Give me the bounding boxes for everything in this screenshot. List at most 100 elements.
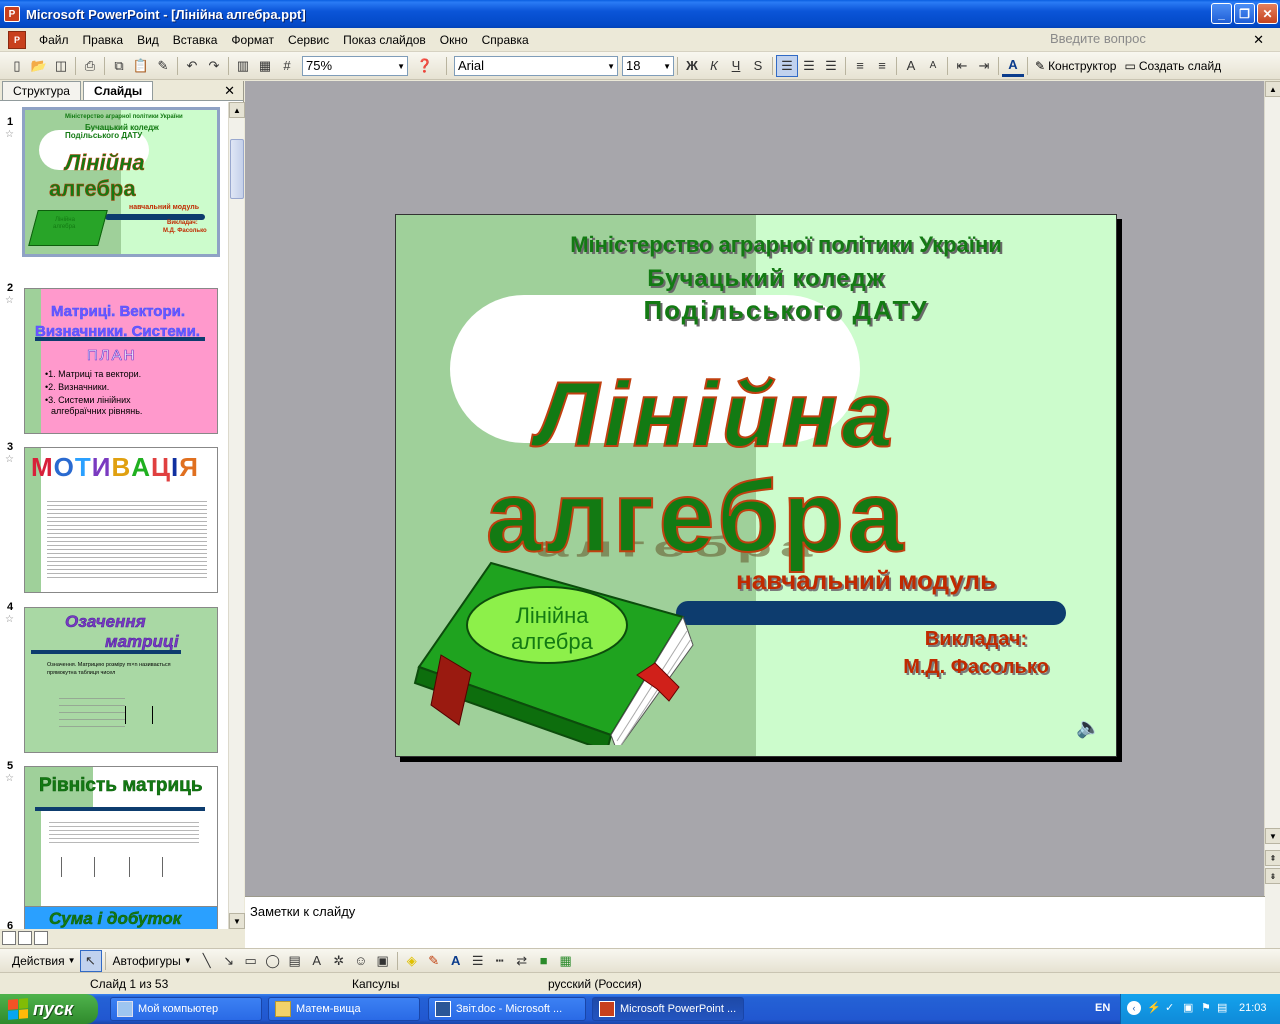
thumbnail-slide-1[interactable]: Міністерство аграрної політики України Б…: [22, 107, 220, 257]
college-title[interactable]: Бучацький коледж: [486, 265, 1046, 293]
wordart-icon[interactable]: A: [306, 950, 328, 972]
print-icon[interactable]: ⎙: [79, 55, 101, 77]
menu-view[interactable]: Вид: [130, 33, 166, 47]
language-indicator[interactable]: EN: [1095, 1002, 1110, 1014]
clipart-icon[interactable]: ☺: [350, 950, 372, 972]
autoshapes-menu[interactable]: Автофигуры ▼: [109, 954, 196, 968]
previous-slide-icon[interactable]: ⇞: [1265, 850, 1280, 866]
normal-view-icon[interactable]: [2, 931, 16, 945]
decrease-font-icon[interactable]: A: [922, 55, 944, 77]
copy-icon[interactable]: ⧉: [108, 55, 130, 77]
grid-icon[interactable]: #: [276, 55, 298, 77]
tab-slides[interactable]: Слайды: [82, 81, 154, 100]
slide-sorter-icon[interactable]: [18, 931, 32, 945]
redo-icon[interactable]: ↷: [203, 55, 225, 77]
tab-outline[interactable]: Структура: [2, 81, 81, 100]
close-icon[interactable]: ✕: [224, 83, 235, 99]
scroll-down-icon[interactable]: ▼: [1265, 828, 1280, 844]
module-subtitle[interactable]: навчальний модуль: [736, 565, 996, 596]
us-flag-icon[interactable]: ▤: [1217, 1001, 1227, 1014]
menu-tools[interactable]: Сервис: [281, 33, 336, 47]
paste-icon[interactable]: 📋: [130, 55, 152, 77]
maximize-button[interactable]: ❐: [1234, 3, 1255, 24]
textbox-icon[interactable]: ▤: [284, 950, 306, 972]
underline-icon[interactable]: Ч: [725, 55, 747, 77]
task-word[interactable]: Звіт.doc - Microsoft ...: [428, 997, 586, 1021]
task-powerpoint[interactable]: Microsoft PowerPoint ...: [592, 997, 744, 1021]
speaker-icon[interactable]: 🔈: [1076, 715, 1101, 740]
oval-icon[interactable]: ◯: [262, 950, 284, 972]
help-icon[interactable]: ❓: [414, 55, 436, 77]
diagram-icon[interactable]: ✲: [328, 950, 350, 972]
arrow-icon[interactable]: ↘: [218, 950, 240, 972]
select-pointer-icon[interactable]: ↖: [79, 949, 102, 972]
scrollbar-thumb[interactable]: [230, 139, 244, 199]
menu-edit[interactable]: Правка: [76, 33, 131, 47]
bold-icon[interactable]: Ж: [681, 55, 703, 77]
font-color-icon[interactable]: A: [1002, 55, 1024, 77]
bullet-list-icon[interactable]: ≡: [871, 55, 893, 77]
fill-color-icon[interactable]: ◈: [401, 950, 423, 972]
rectangle-icon[interactable]: ▭: [240, 950, 262, 972]
thumbnail-slide-3[interactable]: М О Т И В А Ц І Я: [24, 447, 218, 593]
align-right-icon[interactable]: ☰: [820, 55, 842, 77]
close-document-icon[interactable]: ✕: [1253, 32, 1264, 48]
thumbnail-scrollbar[interactable]: ▲ ▼: [228, 102, 245, 929]
menu-slideshow[interactable]: Показ слайдов: [336, 33, 433, 47]
slide-scrollbar[interactable]: ▲ ▼ ⇞ ⇟: [1264, 81, 1280, 948]
clock[interactable]: 21:03: [1239, 1002, 1267, 1014]
next-slide-icon[interactable]: ⇟: [1265, 868, 1280, 884]
flag-icon[interactable]: ⚑: [1201, 1001, 1211, 1014]
line-icon[interactable]: ╲: [196, 950, 218, 972]
new-icon[interactable]: ▯: [6, 55, 28, 77]
ask-question-input[interactable]: Введите вопрос: [1050, 31, 1240, 49]
current-slide[interactable]: Міністерство аграрної політики України Б…: [395, 214, 1117, 757]
powerpoint-icon[interactable]: P: [4, 6, 20, 22]
menu-insert[interactable]: Вставка: [166, 33, 225, 47]
task-folder[interactable]: Матем-вища: [268, 997, 420, 1021]
numbered-list-icon[interactable]: ≡: [849, 55, 871, 77]
notes-pane[interactable]: Заметки к слайду: [245, 896, 1265, 948]
italic-icon[interactable]: К: [703, 55, 725, 77]
close-button[interactable]: ✕: [1257, 3, 1278, 24]
thumbnail-list[interactable]: 1 ☆ Міністерство аграрної політики Украї…: [0, 102, 228, 929]
slide-show-icon[interactable]: [34, 931, 48, 945]
teacher-block[interactable]: Викладач: М.Д. Фасолько: [876, 625, 1076, 681]
font-size-select[interactable]: 18 ▼: [622, 55, 674, 76]
dash-style-icon[interactable]: ┅: [489, 950, 511, 972]
table-icon[interactable]: ▦: [254, 55, 276, 77]
permission-icon[interactable]: ◫: [50, 55, 72, 77]
open-icon[interactable]: 📂: [28, 55, 50, 77]
thumbnail-slide-5[interactable]: Рівність матриць: [24, 766, 218, 912]
start-button[interactable]: пуск: [0, 994, 98, 1024]
shadow-style-icon[interactable]: ■: [533, 950, 555, 972]
network-icon[interactable]: ⚡: [1147, 1001, 1161, 1014]
menu-help[interactable]: Справка: [475, 33, 536, 47]
design-button[interactable]: ✎ Конструктор: [1031, 59, 1120, 73]
font-select[interactable]: Arial ▼: [454, 55, 618, 76]
align-center-icon[interactable]: ☰: [798, 55, 820, 77]
scroll-down-icon[interactable]: ▼: [229, 913, 245, 929]
new-slide-button[interactable]: ▭ Создать слайд: [1120, 59, 1225, 73]
undo-icon[interactable]: ↶: [181, 55, 203, 77]
shadow-icon[interactable]: S: [747, 55, 769, 77]
format-painter-icon[interactable]: ✎: [152, 55, 174, 77]
volume-icon[interactable]: ✓: [1165, 1001, 1174, 1014]
line-color-icon[interactable]: ✎: [423, 950, 445, 972]
chart-icon[interactable]: ▥: [232, 55, 254, 77]
font-color-icon[interactable]: A: [445, 950, 467, 972]
datu-title[interactable]: Подільського ДАТУ: [486, 295, 1086, 326]
thumbnail-slide-6[interactable]: Сума і добуток: [24, 906, 218, 929]
menu-window[interactable]: Окно: [433, 33, 475, 47]
increase-indent-icon[interactable]: ⇥: [973, 55, 995, 77]
scroll-up-icon[interactable]: ▲: [1265, 81, 1280, 97]
align-left-icon[interactable]: ☰: [776, 54, 798, 77]
increase-font-icon[interactable]: A: [900, 55, 922, 77]
slide-title-line1[interactable]: Лінійна: [535, 363, 897, 468]
thumbnail-slide-4[interactable]: Озачення матриці Означення. Матрицею роз…: [24, 607, 218, 753]
decrease-indent-icon[interactable]: ⇤: [951, 55, 973, 77]
tray-arrow-icon[interactable]: ‹: [1127, 1001, 1141, 1015]
ministry-title[interactable]: Міністерство аграрної політики України: [496, 232, 1076, 258]
scroll-up-icon[interactable]: ▲: [229, 102, 245, 118]
thumbnail-slide-2[interactable]: Матриці. Вектори. Визначники. Системи. П…: [24, 288, 218, 434]
